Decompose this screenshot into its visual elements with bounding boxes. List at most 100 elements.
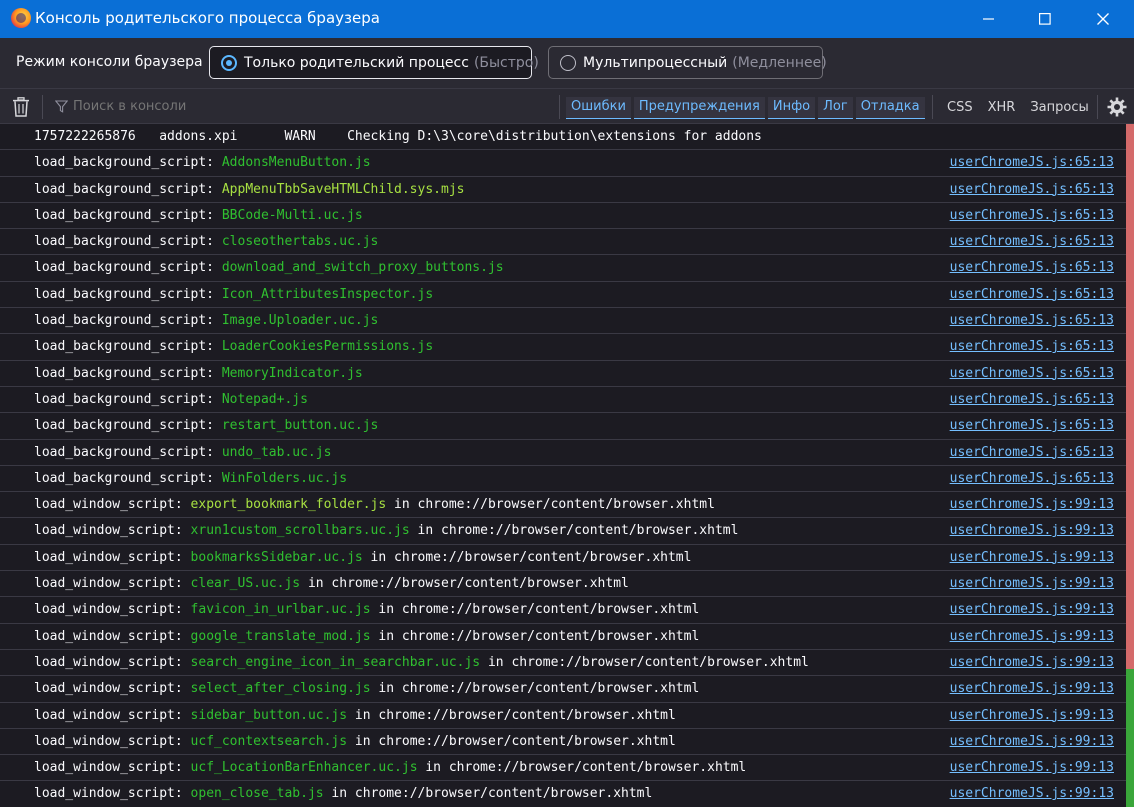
log-script-filename: favicon_in_urlbar.uc.js xyxy=(190,602,371,618)
log-source-link[interactable]: userChromeJS.js:99:13 xyxy=(950,681,1114,696)
log-script-filename: Image.Uploader.uc.js xyxy=(221,313,379,329)
log-source-link[interactable]: userChromeJS.js:65:13 xyxy=(950,287,1114,302)
log-row: load_window_script: clear_US.uc.js in ch… xyxy=(0,571,1126,598)
log-source-link[interactable]: userChromeJS.js:99:13 xyxy=(950,629,1114,644)
mode-parent-only-option[interactable]: Только родительский процесс (Быстро) xyxy=(209,46,539,79)
log-source-link[interactable]: userChromeJS.js:99:13 xyxy=(950,708,1114,723)
log-prefix: load_background_script: xyxy=(34,234,222,250)
log-script-filename: LoaderCookiesPermissions.js xyxy=(221,339,434,355)
log-source-link[interactable]: userChromeJS.js:99:13 xyxy=(950,760,1114,775)
log-script-filename: open_close_tab.js xyxy=(190,786,324,802)
log-source-link[interactable]: userChromeJS.js:65:13 xyxy=(950,234,1114,249)
log-source-link[interactable]: userChromeJS.js:65:13 xyxy=(950,208,1114,223)
log-script-filename: google_translate_mod.js xyxy=(190,628,371,644)
log-row: load_window_script: select_after_closing… xyxy=(0,676,1126,703)
log-source-link[interactable]: userChromeJS.js:99:13 xyxy=(950,602,1114,617)
log-prefix: load_window_script: xyxy=(34,760,191,776)
log-row: load_background_script: WinFolders.uc.js… xyxy=(0,466,1126,493)
log-row: load_background_script: AddonsMenuButton… xyxy=(0,150,1126,177)
log-row: load_window_script: sidebar_button.uc.js… xyxy=(0,703,1126,729)
log-suffix: in chrome://browser/content/browser.xhtm… xyxy=(370,602,700,618)
log-source-link[interactable]: userChromeJS.js:99:13 xyxy=(950,734,1114,749)
log-script-filename: closeothertabs.uc.js xyxy=(221,234,379,250)
filter-debug-button[interactable]: Отладка xyxy=(855,97,925,119)
log-source-link[interactable]: userChromeJS.js:99:13 xyxy=(950,497,1114,512)
mode-multiprocess-option[interactable]: Мультипроцессный (Медленнее) xyxy=(548,46,827,79)
filter-info-button[interactable]: Инфо xyxy=(767,97,816,119)
log-prefix: load_window_script: xyxy=(34,733,191,749)
log-source-link[interactable]: userChromeJS.js:65:13 xyxy=(950,260,1114,275)
log-suffix: in chrome://browser/content/browser.xhtm… xyxy=(370,681,700,697)
maximize-button[interactable] xyxy=(1016,0,1074,38)
log-message: load_window_script: open_close_tab.js in… xyxy=(34,786,652,801)
log-message: load_background_script: LoaderCookiesPer… xyxy=(34,339,433,354)
log-source-link[interactable]: userChromeJS.js:65:13 xyxy=(950,418,1114,433)
log-suffix: in chrome://browser/content/browser.xhtm… xyxy=(347,733,676,749)
log-script-filename: restart_button.uc.js xyxy=(221,418,379,434)
log-source-link[interactable]: userChromeJS.js:65:13 xyxy=(950,155,1114,170)
gear-icon[interactable] xyxy=(1106,96,1128,118)
filter-warnings-button[interactable]: Предупреждения xyxy=(633,97,765,119)
scrollbar-track[interactable] xyxy=(1126,124,1134,807)
log-source-link[interactable]: userChromeJS.js:99:13 xyxy=(950,576,1114,591)
log-prefix: load_window_script: xyxy=(34,602,191,618)
mode-option-hint: (Быстро) xyxy=(473,54,539,71)
log-prefix: load_background_script: xyxy=(34,313,222,329)
log-row: load_window_script: favicon_in_urlbar.uc… xyxy=(0,597,1126,624)
filter-requests-button[interactable]: Запросы xyxy=(1023,97,1095,119)
log-row: load_background_script: AppMenuTbbSaveHT… xyxy=(0,177,1126,203)
log-message: load_background_script: Notepad+.js xyxy=(34,392,308,407)
log-prefix: load_background_script: xyxy=(34,444,222,460)
console-toolbar: Ошибки Предупреждения Инфо Лог Отладка C… xyxy=(0,88,1134,124)
minimize-icon xyxy=(983,18,994,20)
log-row: load_window_script: bookmarksSidebar.uc.… xyxy=(0,545,1126,572)
log-message: load_background_script: AppMenuTbbSaveHT… xyxy=(34,182,464,197)
log-prefix: load_window_script: xyxy=(34,681,191,697)
log-script-filename: AddonsMenuButton.js xyxy=(221,155,371,171)
filter-xhr-button[interactable]: XHR xyxy=(981,97,1023,119)
log-source-link[interactable]: userChromeJS.js:65:13 xyxy=(950,392,1114,407)
log-message: 1757222265876 addons.xpi WARN Checking D… xyxy=(34,129,762,144)
log-row: load_background_script: Icon_AttributesI… xyxy=(0,282,1126,309)
log-row: load_window_script: ucf_contextsearch.js… xyxy=(0,729,1126,756)
log-message: load_window_script: ucf_LocationBarEnhan… xyxy=(34,760,746,775)
log-suffix: in chrome://browser/content/browser.xhtm… xyxy=(409,523,739,539)
log-message: load_background_script: restart_button.u… xyxy=(34,418,378,433)
log-message: load_background_script: undo_tab.uc.js xyxy=(34,445,331,460)
log-row: load_background_script: Notepad+.js userC… xyxy=(0,387,1126,414)
close-button[interactable] xyxy=(1074,0,1132,38)
log-row: 1757222265876 addons.xpi WARN Checking D… xyxy=(0,124,1126,151)
minimize-button[interactable] xyxy=(960,0,1018,38)
log-source-link[interactable]: userChromeJS.js:65:13 xyxy=(950,182,1114,197)
log-message: load_window_script: clear_US.uc.js in ch… xyxy=(34,576,629,591)
log-script-filename: clear_US.uc.js xyxy=(190,576,301,592)
filter-css-button[interactable]: CSS xyxy=(940,97,980,119)
log-source-link[interactable]: userChromeJS.js:99:13 xyxy=(950,550,1114,565)
log-prefix: load_background_script: xyxy=(34,365,222,381)
log-source-link[interactable]: userChromeJS.js:65:13 xyxy=(950,445,1114,460)
log-source-link[interactable]: userChromeJS.js:65:13 xyxy=(950,471,1114,486)
filter-errors-button[interactable]: Ошибки xyxy=(566,97,631,119)
log-suffix: in chrome://browser/content/browser.xhtm… xyxy=(347,707,676,723)
log-suffix: in chrome://browser/content/browser.xhtm… xyxy=(300,576,629,592)
console-mode-label: Режим консоли браузера xyxy=(16,54,203,70)
log-message: load_background_script: MemoryIndicator.… xyxy=(34,366,363,381)
log-row: load_window_script: ucf_LocationBarEnhan… xyxy=(0,755,1126,782)
log-message: load_background_script: Icon_AttributesI… xyxy=(34,287,433,302)
log-prefix: load_background_script: xyxy=(34,339,222,355)
log-source-link[interactable]: userChromeJS.js:65:13 xyxy=(950,313,1114,328)
log-source-link[interactable]: userChromeJS.js:99:13 xyxy=(950,655,1114,670)
log-source-link[interactable]: userChromeJS.js:99:13 xyxy=(950,786,1114,801)
log-source-link[interactable]: userChromeJS.js:99:13 xyxy=(950,523,1114,538)
log-script-filename: Notepad+.js xyxy=(221,391,308,407)
scrollbar-marker-warnings xyxy=(1126,124,1134,669)
log-script-filename: xrun1custom_scrollbars.uc.js xyxy=(190,523,410,539)
log-message: load_window_script: xrun1custom_scrollba… xyxy=(34,523,738,538)
trash-icon[interactable] xyxy=(12,97,30,117)
log-row: load_window_script: export_bookmark_fold… xyxy=(0,492,1126,519)
log-source-link[interactable]: userChromeJS.js:65:13 xyxy=(950,339,1114,354)
log-prefix: load_background_script: xyxy=(34,391,222,407)
filter-log-button[interactable]: Лог xyxy=(818,97,853,119)
console-search-input[interactable] xyxy=(73,99,373,114)
log-source-link[interactable]: userChromeJS.js:65:13 xyxy=(950,366,1114,381)
